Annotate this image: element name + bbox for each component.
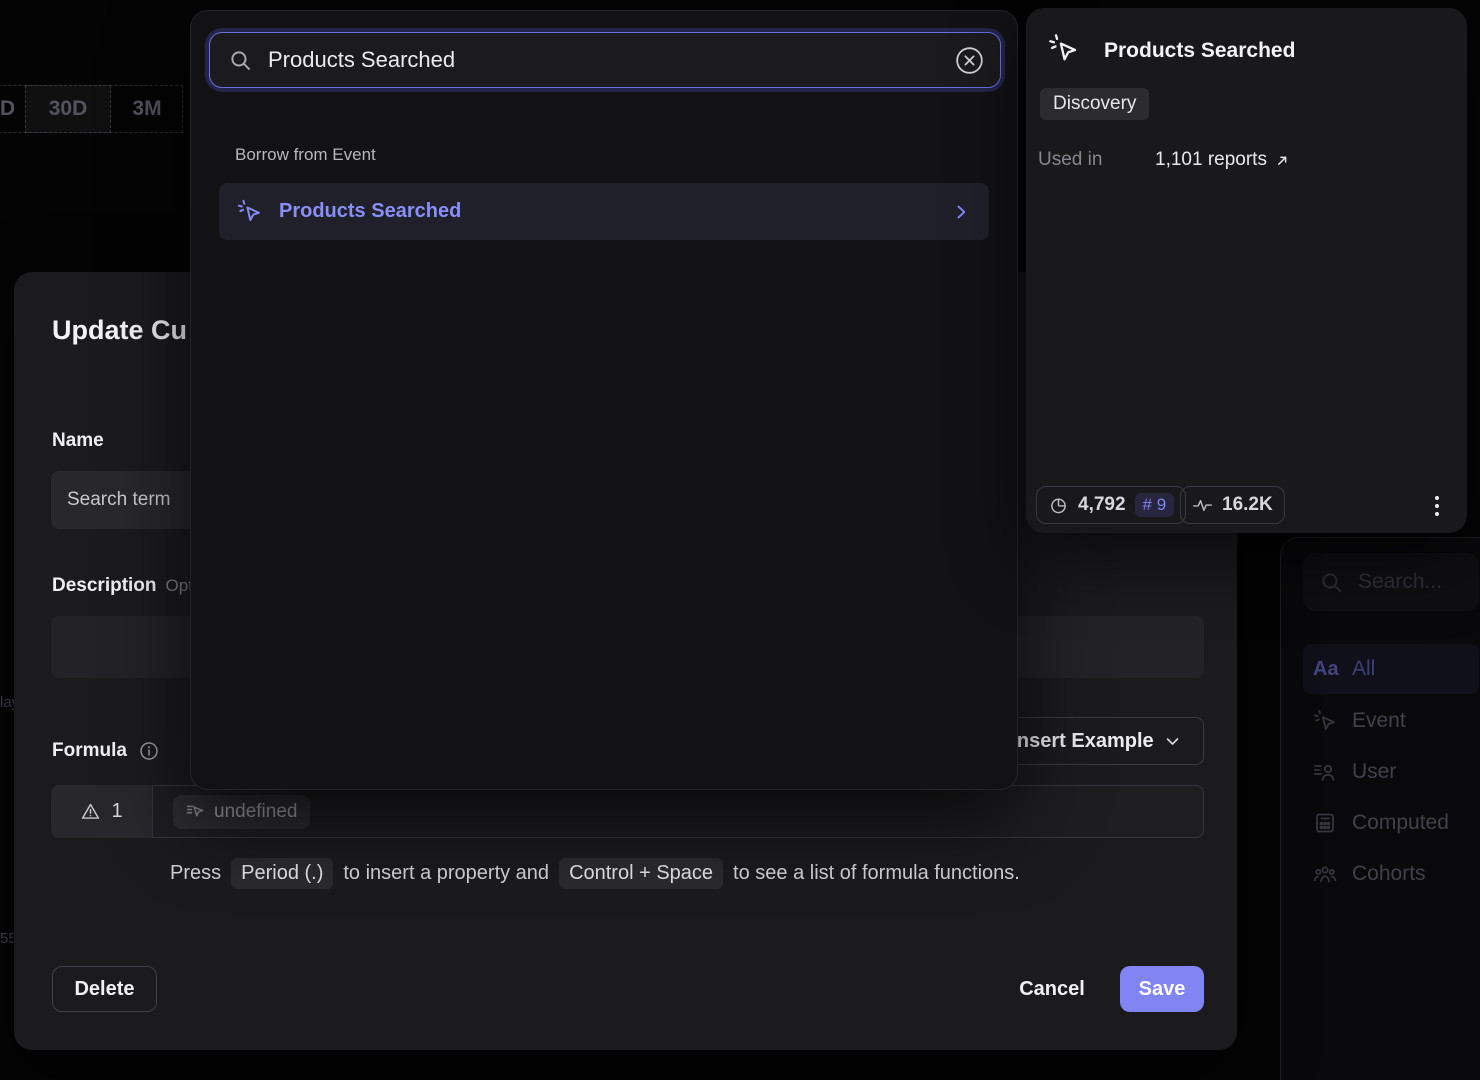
chevron-down-icon bbox=[1164, 733, 1181, 750]
chart-axis-fragment: 55 bbox=[0, 930, 13, 947]
user-icon bbox=[1313, 760, 1337, 784]
event-icon bbox=[237, 199, 262, 224]
sidebar-search-placeholder: Search... bbox=[1358, 570, 1442, 594]
app-screen: D 30D 3M lay 55 Search... Aa All Event U… bbox=[0, 0, 1480, 1080]
event-icon bbox=[1313, 709, 1337, 733]
warning-icon bbox=[80, 801, 101, 822]
sidebar-item-computed[interactable]: Computed bbox=[1303, 798, 1479, 848]
event-count: 4,792 bbox=[1078, 494, 1126, 516]
event-volume-pill[interactable]: 16.2K bbox=[1180, 486, 1285, 524]
sidebar-search-input[interactable]: Search... bbox=[1303, 553, 1479, 611]
cancel-button[interactable]: Cancel bbox=[1014, 966, 1090, 1012]
formula-property-chip[interactable]: undefined bbox=[173, 795, 310, 829]
kbd-control-space: Control + Space bbox=[559, 858, 723, 889]
warning-count: 1 bbox=[111, 800, 122, 823]
search-icon bbox=[228, 48, 253, 73]
formula-input[interactable]: undefined bbox=[152, 785, 1204, 838]
pulse-icon bbox=[1192, 495, 1213, 516]
search-input[interactable]: Products Searched bbox=[209, 32, 1001, 88]
pie-chart-icon bbox=[1048, 495, 1069, 516]
formula-label-row: Formula bbox=[52, 740, 160, 762]
category-badge: Discovery bbox=[1040, 88, 1149, 120]
event-detail-card: Products Searched Discovery Used in 1,10… bbox=[1026, 8, 1467, 533]
formula-label: Formula bbox=[52, 740, 127, 762]
time-range-partial[interactable]: D bbox=[0, 85, 14, 133]
formula-hint: Press Period (.) to insert a property an… bbox=[170, 858, 1020, 889]
save-button[interactable]: Save bbox=[1120, 966, 1204, 1012]
aa-icon: Aa bbox=[1313, 658, 1337, 681]
event-count-pill[interactable]: 4,792 # 9 bbox=[1036, 486, 1186, 524]
search-result-products-searched[interactable]: Products Searched bbox=[219, 183, 989, 240]
info-icon[interactable] bbox=[138, 740, 160, 762]
search-icon bbox=[1319, 570, 1344, 595]
event-title: Products Searched bbox=[1104, 39, 1295, 63]
used-in-label: Used in bbox=[1038, 149, 1102, 171]
kbd-period: Period (.) bbox=[231, 858, 333, 889]
sidebar-item-all[interactable]: Aa All bbox=[1303, 644, 1479, 694]
time-range-3m-button[interactable]: 3M bbox=[111, 85, 183, 133]
insert-example-button[interactable]: Insert Example bbox=[988, 717, 1204, 765]
formula-warning-tab[interactable]: 1 bbox=[51, 785, 152, 838]
name-label: Name bbox=[52, 430, 104, 452]
computed-icon bbox=[1313, 811, 1337, 835]
event-icon bbox=[1048, 33, 1079, 64]
sidebar-item-user[interactable]: User bbox=[1303, 747, 1479, 797]
used-in-reports-link[interactable]: 1,101 reports bbox=[1155, 149, 1290, 171]
cohorts-icon bbox=[1313, 862, 1337, 886]
property-search-popup: Products Searched Borrow from Event Prod… bbox=[190, 10, 1018, 790]
clear-search-button[interactable] bbox=[955, 46, 984, 75]
property-type-sidebar: Search... Aa All Event User Computed bbox=[1280, 537, 1480, 1080]
delete-button[interactable]: Delete bbox=[52, 966, 157, 1012]
section-label: Borrow from Event bbox=[235, 145, 376, 165]
modal-title: Update Cu bbox=[52, 315, 187, 346]
time-range-30d-button[interactable]: 30D bbox=[25, 85, 111, 133]
chart-axis-fragment: lay bbox=[0, 694, 15, 711]
event-volume: 16.2K bbox=[1222, 494, 1273, 516]
result-label: Products Searched bbox=[279, 200, 461, 223]
more-options-button[interactable] bbox=[1423, 491, 1451, 521]
external-link-icon bbox=[1275, 153, 1290, 168]
rank-badge: # 9 bbox=[1135, 493, 1175, 517]
chevron-right-icon bbox=[951, 202, 971, 222]
search-query: Products Searched bbox=[268, 47, 955, 73]
event-property-icon bbox=[186, 802, 205, 821]
sidebar-item-cohorts[interactable]: Cohorts bbox=[1303, 849, 1479, 899]
sidebar-item-event[interactable]: Event bbox=[1303, 696, 1479, 746]
